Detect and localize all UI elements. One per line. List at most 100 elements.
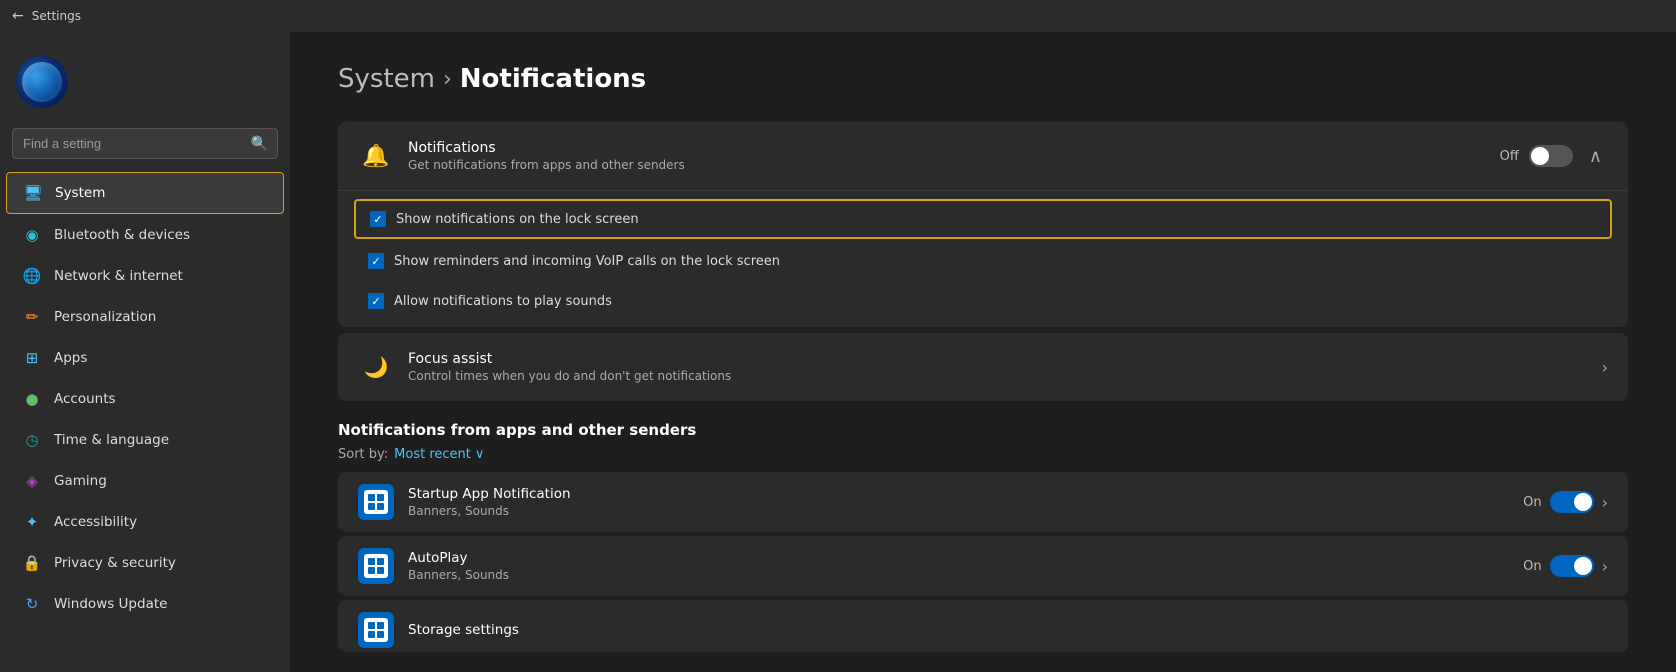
- sort-chevron-down-icon: ∨: [475, 447, 485, 462]
- focus-assist-chevron-icon: ›: [1602, 358, 1608, 377]
- startup-toggle-area: On ›: [1523, 491, 1608, 513]
- sounds-option[interactable]: ✓ Allow notifications to play sounds: [354, 283, 1612, 319]
- app-body: 🔍 🖥System◉Bluetooth & devices🌐Network & …: [0, 32, 1676, 672]
- sidebar-item-label-bluetooth: Bluetooth & devices: [54, 227, 190, 243]
- accessibility-icon: ✦: [22, 512, 42, 532]
- sidebar-item-label-gaming: Gaming: [54, 473, 107, 489]
- sounds-label: Allow notifications to play sounds: [394, 294, 612, 309]
- sort-value-text: Most recent: [394, 447, 471, 462]
- autoplay-icon-grid: [368, 558, 384, 574]
- avatar: [16, 56, 68, 108]
- startup-app-icon: [358, 484, 394, 520]
- lock-screen-option[interactable]: ✓ Show notifications on the lock screen: [354, 199, 1612, 239]
- storage-icon-grid: [368, 622, 384, 638]
- update-icon: ↻: [22, 594, 42, 614]
- sidebar-item-accounts[interactable]: ●Accounts: [6, 379, 284, 419]
- notifications-toggle-area: Off ∧: [1500, 144, 1608, 169]
- notifications-toggle-label: Off: [1500, 149, 1519, 164]
- search-icon: 🔍: [251, 136, 268, 152]
- notifications-subtitle: Get notifications from apps and other se…: [408, 158, 1486, 172]
- lock-screen-checkbox[interactable]: ✓: [370, 211, 386, 227]
- notifications-expand-icon[interactable]: ∧: [1583, 144, 1608, 169]
- sidebar-item-time[interactable]: ◷ Time & language: [6, 420, 284, 460]
- startup-toggle-label: On: [1523, 495, 1541, 510]
- app-title: Settings: [32, 9, 81, 23]
- sounds-checkbox[interactable]: ✓: [368, 293, 384, 309]
- search-box[interactable]: 🔍: [12, 128, 278, 159]
- grid-cell-3: [368, 503, 375, 510]
- sidebar-item-label-personalization: Personalization: [54, 309, 156, 325]
- autoplay-grid-4: [377, 567, 384, 574]
- autoplay-sub: Banners, Sounds: [408, 568, 1509, 582]
- notifications-title: Notifications: [408, 140, 1486, 156]
- apps-section-title: Notifications from apps and other sender…: [338, 421, 1628, 439]
- grid-cell-1: [368, 494, 375, 501]
- autoplay-grid-2: [377, 558, 384, 565]
- startup-chevron-icon: ›: [1602, 493, 1608, 512]
- notifications-text: Notifications Get notifications from app…: [408, 140, 1486, 172]
- storage-text: Storage settings: [408, 622, 1608, 638]
- autoplay-grid-1: [368, 558, 375, 565]
- system-icon: 🖥: [23, 183, 43, 203]
- autoplay-toggle[interactable]: [1550, 555, 1594, 577]
- storage-grid-1: [368, 622, 375, 629]
- autoplay-grid-3: [368, 567, 375, 574]
- focus-assist-title: Focus assist: [408, 351, 1588, 367]
- focus-assist-subtitle: Control times when you do and don't get …: [408, 369, 1588, 383]
- notifications-toggle[interactable]: [1529, 145, 1573, 167]
- sidebar-item-update[interactable]: ↻ Windows Update: [6, 584, 284, 624]
- title-bar: ← Settings: [0, 0, 1676, 32]
- sidebar-item-label-update: Windows Update: [54, 596, 167, 612]
- sort-value-button[interactable]: Most recent ∨: [394, 447, 484, 462]
- notifications-row[interactable]: 🔔 Notifications Get notifications from a…: [338, 122, 1628, 190]
- storage-row[interactable]: Storage settings: [338, 600, 1628, 652]
- sidebar-item-label-time: Time & language: [54, 432, 169, 448]
- autoplay-row[interactable]: AutoPlay Banners, Sounds On ›: [338, 536, 1628, 596]
- sidebar-item-label-network: Network & internet: [54, 268, 183, 284]
- sidebar-item-network[interactable]: 🌐 Network & internet: [6, 256, 284, 296]
- bluetooth-icon: ◉: [22, 225, 42, 245]
- sidebar-item-privacy[interactable]: 🔒 Privacy & security: [6, 543, 284, 583]
- autoplay-name: AutoPlay: [408, 550, 1509, 566]
- startup-app-row[interactable]: Startup App Notification Banners, Sounds…: [338, 472, 1628, 532]
- sidebar-item-label-privacy: Privacy & security: [54, 555, 176, 571]
- startup-app-icon-grid: [368, 494, 384, 510]
- personalization-icon: ✏: [22, 307, 42, 327]
- user-avatar-area: [0, 40, 290, 128]
- startup-app-sub: Banners, Sounds: [408, 504, 1509, 518]
- startup-toggle[interactable]: [1550, 491, 1594, 513]
- sidebar-item-gaming[interactable]: ◈Gaming: [6, 461, 284, 501]
- search-input[interactable]: [12, 128, 278, 159]
- sidebar-item-personalization[interactable]: ✏ Personalization: [6, 297, 284, 337]
- voip-checkbox[interactable]: ✓: [368, 253, 384, 269]
- focus-assist-row[interactable]: 🌙 Focus assist Control times when you do…: [338, 333, 1628, 401]
- breadcrumb-system[interactable]: System: [338, 64, 435, 94]
- autoplay-icon-inner: [364, 554, 388, 578]
- sidebar-item-system[interactable]: 🖥System: [6, 172, 284, 214]
- sort-row: Sort by: Most recent ∨: [338, 447, 1628, 462]
- storage-icon: [358, 612, 394, 648]
- privacy-icon: 🔒: [22, 553, 42, 573]
- voip-option[interactable]: ✓ Show reminders and incoming VoIP calls…: [354, 243, 1612, 279]
- page-header: System › Notifications: [338, 64, 1628, 94]
- sort-by-label: Sort by:: [338, 447, 388, 462]
- autoplay-toggle-area: On ›: [1523, 555, 1608, 577]
- sidebar-item-bluetooth[interactable]: ◉ Bluetooth & devices: [6, 215, 284, 255]
- grid-cell-4: [377, 503, 384, 510]
- storage-grid-4: [377, 631, 384, 638]
- storage-grid-3: [368, 631, 375, 638]
- sidebar-item-apps[interactable]: ⊞Apps: [6, 338, 284, 378]
- sidebar: 🔍 🖥System ◉ Bluetooth & devices 🌐 Network & …: [0, 32, 290, 672]
- notifications-card: 🔔 Notifications Get notifications from a…: [338, 122, 1628, 327]
- grid-cell-2: [377, 494, 384, 501]
- time-icon: ◷: [22, 430, 42, 450]
- sidebar-item-accessibility[interactable]: ✦ Accessibility: [6, 502, 284, 542]
- breadcrumb-current: Notifications: [460, 64, 646, 94]
- storage-icon-inner: [364, 618, 388, 642]
- breadcrumb-separator: ›: [443, 67, 452, 92]
- back-button[interactable]: ←: [12, 8, 24, 24]
- network-icon: 🌐: [22, 266, 42, 286]
- sidebar-item-label-accessibility: Accessibility: [54, 514, 137, 530]
- sidebar-nav: 🖥System ◉ Bluetooth & devices 🌐 Network & in…: [0, 171, 290, 672]
- storage-name: Storage settings: [408, 622, 1608, 638]
